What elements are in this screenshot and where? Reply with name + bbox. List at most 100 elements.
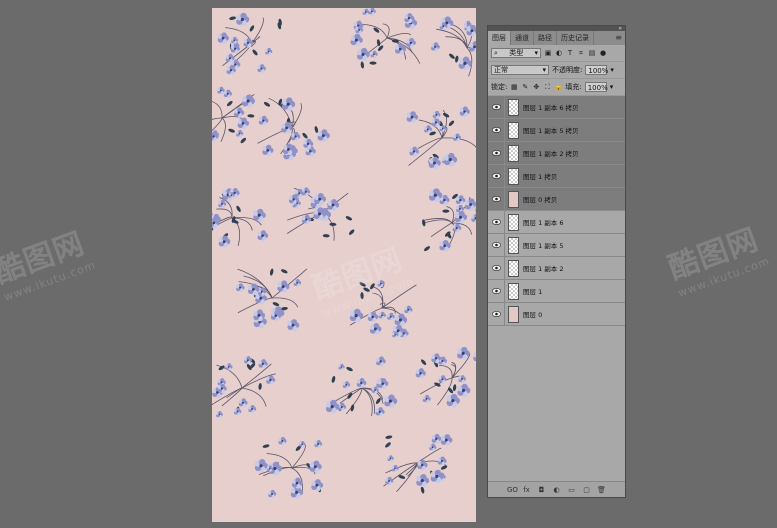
layer-name: 图层 1 副本 2: [523, 265, 564, 273]
tab-layers[interactable]: 图层: [488, 31, 511, 45]
layer-row[interactable]: 图层 1 副本 5 拷贝: [488, 119, 625, 142]
tab-paths[interactable]: 路径: [534, 31, 557, 45]
layer-name: 图层 1 副本 5 拷贝: [523, 127, 579, 135]
visibility-eye-icon[interactable]: [488, 165, 505, 187]
filter-kind-value: 类型: [509, 49, 524, 57]
visibility-eye-icon[interactable]: [488, 96, 505, 118]
blend-mode-select[interactable]: 正常 ▾: [491, 65, 549, 75]
tab-channels[interactable]: 通道: [511, 31, 534, 45]
chevron-down-icon: ▾: [542, 66, 546, 74]
lock-artboard-icon[interactable]: ⛶: [543, 83, 551, 91]
visibility-eye-icon[interactable]: [488, 142, 505, 164]
filter-toggle-icon[interactable]: ●: [599, 49, 607, 57]
layer-thumbnail: [508, 236, 519, 254]
adjustment-layer-icon[interactable]: ◐: [552, 486, 561, 494]
tab-history[interactable]: 历史记录: [557, 31, 594, 45]
watermark-url: www.ikutu.com: [2, 258, 98, 304]
layers-panel: » 图层 通道 路径 历史记录 ≡ ⌕ 类型 ▾ ▣ ◐ T ⌗ ▤ ● 正常 …: [487, 25, 626, 498]
layer-row[interactable]: 图层 1 副本 2: [488, 257, 625, 280]
flower-cluster: [254, 436, 324, 499]
layer-name: 图层 1 副本 6 拷贝: [523, 104, 579, 112]
layer-style-icon[interactable]: fx: [522, 486, 531, 494]
flower-cluster: [350, 8, 421, 69]
new-layer-icon[interactable]: ▢: [582, 486, 591, 494]
smart-object-filter-icon[interactable]: ▤: [588, 49, 596, 57]
layer-row[interactable]: 图层 1 副本 5: [488, 234, 625, 257]
filter-row: ⌕ 类型 ▾ ▣ ◐ T ⌗ ▤ ●: [488, 45, 625, 62]
flower-cluster: [349, 280, 417, 339]
lock-position-icon[interactable]: ✥: [532, 83, 540, 91]
visibility-eye-icon[interactable]: [488, 119, 505, 141]
flower-cluster: [212, 188, 269, 248]
menu-icon[interactable]: ≡: [615, 31, 622, 45]
chevron-down-icon[interactable]: ▾: [610, 66, 614, 74]
flower-cluster: [325, 356, 398, 417]
adjustment-filter-icon[interactable]: ◐: [555, 49, 563, 57]
new-group-icon[interactable]: ▭: [567, 486, 576, 494]
flower-cluster: [406, 106, 476, 170]
layer-thumbnail: [508, 167, 519, 185]
layer-row[interactable]: 图层 1 副本 6 拷贝: [488, 96, 625, 119]
visibility-eye-icon[interactable]: [488, 211, 505, 233]
layer-row[interactable]: 图层 1 副本 2 拷贝: [488, 142, 625, 165]
watermark-brand: 酷图网: [0, 225, 90, 291]
layer-name: 图层 1: [523, 288, 543, 296]
layer-thumbnail: [508, 98, 519, 116]
filter-kind-select[interactable]: ⌕ 类型 ▾: [491, 48, 541, 58]
delete-layer-icon[interactable]: 🗑: [597, 486, 606, 494]
lock-all-icon[interactable]: 🔒: [554, 83, 563, 91]
opacity-label: 不透明度:: [552, 66, 583, 74]
shape-filter-icon[interactable]: ⌗: [577, 49, 585, 57]
panel-footer: GO fx ◘ ◐ ▭ ▢ 🗑: [488, 481, 625, 497]
flower-cluster: [383, 433, 453, 494]
flower-cluster: [212, 86, 255, 144]
layer-thumbnail: [508, 213, 519, 231]
fill-input[interactable]: 100%: [584, 82, 608, 92]
document-canvas[interactable]: 酷图网 www.ikutu.com: [212, 8, 476, 522]
layer-thumbnail: [508, 190, 519, 208]
layer-name: 图层 1 副本 2 拷贝: [523, 150, 579, 158]
layer-name: 图层 1 副本 5: [523, 242, 564, 250]
visibility-eye-icon[interactable]: [488, 234, 505, 256]
layer-name: 图层 0 拷贝: [523, 196, 558, 204]
visibility-eye-icon[interactable]: [488, 257, 505, 279]
layer-thumbnail: [508, 121, 519, 139]
opacity-input[interactable]: 100%: [585, 65, 608, 75]
layer-row[interactable]: 图层 0: [488, 303, 625, 326]
flower-cluster: [212, 356, 276, 418]
layer-name: 图层 0: [523, 311, 543, 319]
lock-row: 锁定: ▦ ✎ ✥ ⛶ 🔒 填充: 100% ▾: [488, 79, 625, 96]
fill-label: 填充:: [565, 83, 582, 91]
add-mask-icon[interactable]: ◘: [537, 486, 546, 494]
watermark-left: 酷图网 www.ikutu.com: [0, 217, 98, 304]
layer-row[interactable]: 图层 0 拷贝: [488, 188, 625, 211]
lock-label: 锁定:: [491, 83, 508, 91]
visibility-eye-icon[interactable]: [488, 303, 505, 325]
blend-row: 正常 ▾ 不透明度: 100% ▾: [488, 62, 625, 79]
flower-cluster: [415, 346, 476, 408]
visibility-eye-icon[interactable]: [488, 280, 505, 302]
layer-row[interactable]: 图层 1 副本 6: [488, 211, 625, 234]
layer-list: 图层 1 副本 6 拷贝 图层 1 副本 5 拷贝 图层 1 副本 2 拷贝 图…: [488, 96, 625, 326]
flower-cluster: [236, 268, 308, 332]
layer-name: 图层 1 拷贝: [523, 173, 558, 181]
layer-row[interactable]: 图层 1: [488, 280, 625, 303]
chevron-down-icon[interactable]: ▾: [610, 83, 614, 91]
watermark-right: 酷图网 www.ikutu.com: [661, 213, 772, 300]
pixel-filter-icon[interactable]: ▣: [544, 49, 552, 57]
lock-pixels-icon[interactable]: ✎: [521, 83, 529, 91]
search-icon: ⌕: [494, 49, 498, 57]
type-filter-icon[interactable]: T: [566, 49, 574, 57]
lock-transparency-icon[interactable]: ▦: [510, 83, 518, 91]
layer-thumbnail: [508, 259, 519, 277]
chevron-down-icon: ▾: [534, 49, 538, 57]
layer-thumbnail: [508, 305, 519, 323]
flower-cluster: [257, 97, 330, 161]
link-layers-icon[interactable]: GO: [507, 486, 518, 494]
visibility-eye-icon[interactable]: [488, 188, 505, 210]
panel-tabs: 图层 通道 路径 历史记录 ≡: [488, 31, 625, 45]
layer-row[interactable]: 图层 1 拷贝: [488, 165, 625, 188]
layer-thumbnail: [508, 282, 519, 300]
blend-mode-value: 正常: [494, 66, 508, 74]
watermark-brand: 酷图网: [663, 221, 764, 287]
